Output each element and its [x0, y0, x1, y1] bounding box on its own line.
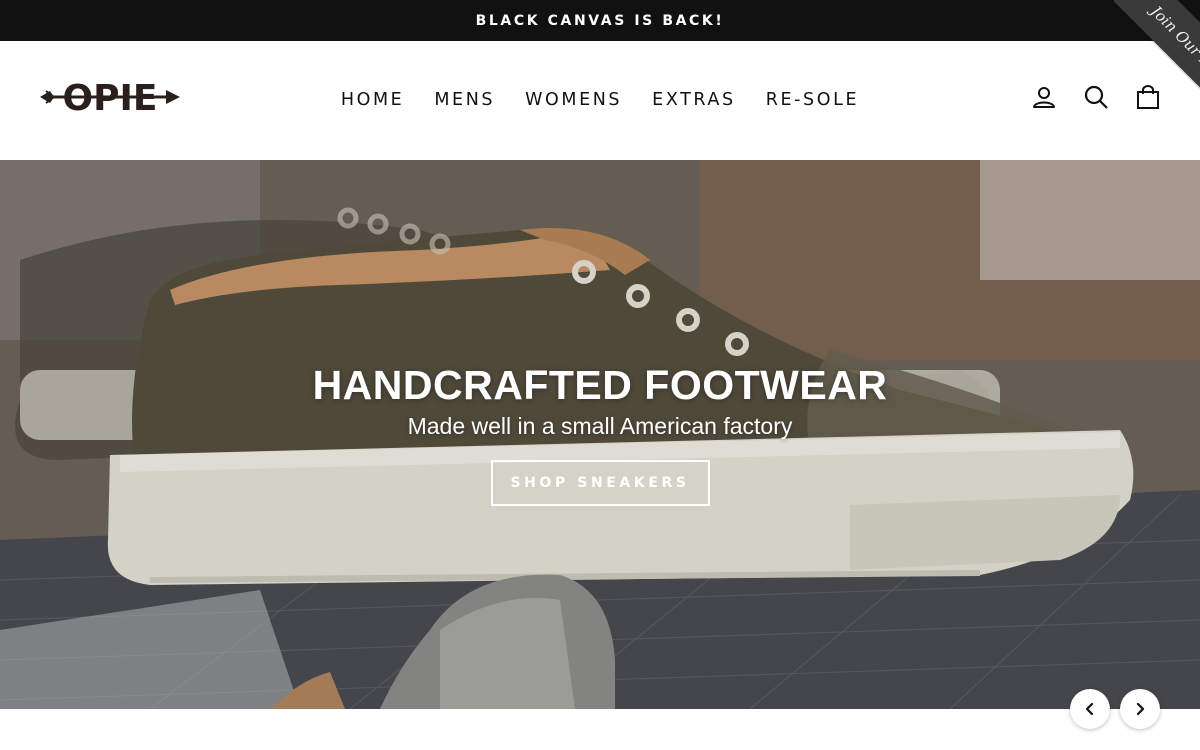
main-nav: HOME MENS WOMENS EXTRAS RE-SOLE: [0, 41, 1200, 160]
hero-overlay: HANDCRAFTED FOOTWEAR Made well in a smal…: [0, 362, 1200, 506]
logo-text: OPIE: [63, 78, 158, 117]
chevron-right-icon: [1136, 702, 1145, 716]
slider-next-button[interactable]: [1120, 689, 1160, 729]
announcement-bar: BLACK CANVAS IS BACK!: [0, 0, 1200, 41]
join-list-ribbon[interactable]: Join Our List!: [1085, 0, 1200, 115]
hero-subtitle: Made well in a small American factory: [407, 413, 793, 439]
shop-sneakers-button[interactable]: SHOP SNEAKERS: [490, 460, 710, 506]
hero-slideshow: HANDCRAFTED FOOTWEAR Made well in a smal…: [0, 160, 1200, 709]
site-header: OPIE HOME MENS WOMENS EXTRAS RE-SOLE: [0, 41, 1200, 160]
slider-prev-button[interactable]: [1070, 689, 1110, 729]
hero-title: HANDCRAFTED FOOTWEAR: [312, 362, 888, 408]
account-button[interactable]: [1032, 85, 1056, 109]
nav-item-mens[interactable]: MENS: [419, 90, 510, 110]
chevron-left-icon: [1085, 702, 1094, 716]
user-icon: [1033, 87, 1055, 108]
nav-item-extras[interactable]: EXTRAS: [637, 90, 751, 110]
join-list-ribbon-band[interactable]: Join Our List!: [1113, 0, 1200, 115]
nav-item-re-sole[interactable]: RE-SOLE: [751, 90, 874, 110]
announcement-text: BLACK CANVAS IS BACK!: [475, 12, 725, 29]
join-list-text[interactable]: Join Our List!: [1147, 2, 1200, 87]
nav-item-womens[interactable]: WOMENS: [510, 90, 637, 110]
opie-logo-icon: OPIE: [40, 78, 180, 119]
brand-logo[interactable]: OPIE: [40, 77, 180, 119]
nav-item-home[interactable]: HOME: [326, 90, 420, 110]
